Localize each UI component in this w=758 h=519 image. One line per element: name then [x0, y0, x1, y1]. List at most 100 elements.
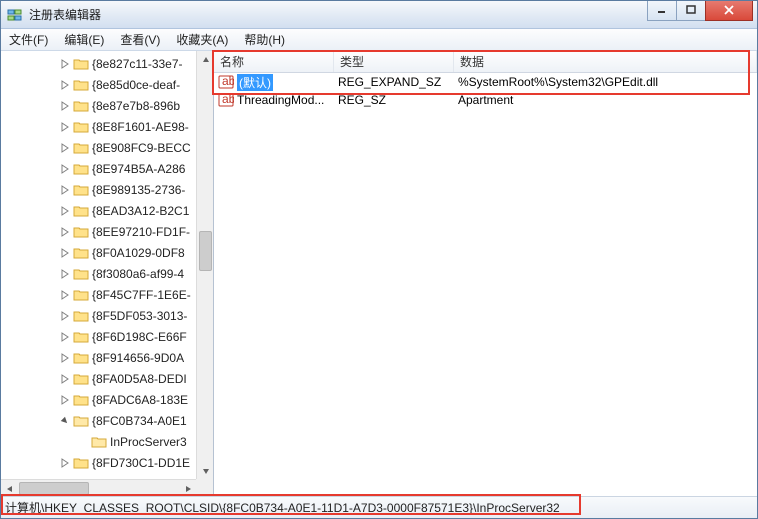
expander-closed-icon[interactable]	[59, 58, 71, 70]
tree-node[interactable]: {8FD730C1-DD1E	[1, 452, 196, 473]
tree-node-label: {8f3080a6-af99-4	[92, 267, 184, 281]
tree-node[interactable]: {8F45C7FF-1E6E-	[1, 284, 196, 305]
expander-closed-icon[interactable]	[59, 373, 71, 385]
column-name[interactable]: 名称	[214, 51, 334, 72]
expander-closed-icon[interactable]	[59, 310, 71, 322]
expander-closed-icon[interactable]	[59, 163, 71, 175]
tree-node[interactable]: {8F0A1029-0DF8	[1, 242, 196, 263]
value-data: Apartment	[454, 93, 757, 107]
window-title: 注册表编辑器	[29, 1, 648, 29]
svg-text:ab: ab	[222, 74, 234, 88]
tree-node[interactable]: {8F5DF053-3013-	[1, 305, 196, 326]
expander-closed-icon[interactable]	[59, 457, 71, 469]
expander-closed-icon[interactable]	[59, 394, 71, 406]
scroll-right-arrow[interactable]	[179, 480, 196, 496]
tree-node[interactable]: {8E8F1601-AE98-	[1, 116, 196, 137]
tree-node[interactable]: {8EE97210-FD1F-	[1, 221, 196, 242]
svg-text:ab: ab	[222, 92, 234, 106]
expander-closed-icon[interactable]	[59, 205, 71, 217]
expander-open-icon[interactable]	[59, 415, 71, 427]
tree-node-label: {8FA0D5A8-DEDI	[92, 372, 187, 386]
menu-edit[interactable]: 编辑(E)	[56, 29, 112, 50]
folder-icon	[73, 393, 89, 407]
tree-node[interactable]: {8E908FC9-BECC	[1, 137, 196, 158]
folder-icon	[73, 99, 89, 113]
folder-icon	[73, 456, 89, 470]
expander-closed-icon[interactable]	[59, 142, 71, 154]
tree-node-label: {8F0A1029-0DF8	[92, 246, 185, 260]
tree-node[interactable]: {8EAD3A12-B2C1	[1, 200, 196, 221]
tree-node-label: {8F6D198C-E66F	[92, 330, 187, 344]
scroll-left-arrow[interactable]	[1, 480, 18, 496]
expander-closed-icon[interactable]	[59, 184, 71, 196]
expander-closed-icon[interactable]	[59, 289, 71, 301]
tree-node-label: {8F5DF053-3013-	[92, 309, 187, 323]
expander-closed-icon[interactable]	[59, 226, 71, 238]
tree-vertical-scrollbar[interactable]	[196, 51, 213, 479]
tree-node[interactable]: {8F6D198C-E66F	[1, 326, 196, 347]
minimize-button[interactable]	[647, 1, 677, 21]
folder-icon	[73, 351, 89, 365]
tree-node-child[interactable]: InProcServer3	[1, 431, 196, 452]
tree-node-label: {8E908FC9-BECC	[92, 141, 191, 155]
menu-file[interactable]: 文件(F)	[1, 29, 56, 50]
menu-help[interactable]: 帮助(H)	[236, 29, 293, 50]
tree-node[interactable]: {8f3080a6-af99-4	[1, 263, 196, 284]
menu-favorites[interactable]: 收藏夹(A)	[168, 29, 236, 50]
tree-horizontal-scrollbar[interactable]	[1, 479, 196, 496]
folder-icon	[73, 414, 89, 428]
tree-node-label: {8FD730C1-DD1E	[92, 456, 190, 470]
scroll-thumb[interactable]	[199, 231, 212, 271]
app-icon	[7, 7, 23, 23]
folder-icon	[73, 57, 89, 71]
tree-node-label: {8e87e7b8-896b	[92, 99, 180, 113]
folder-icon	[73, 183, 89, 197]
folder-icon	[73, 204, 89, 218]
expander-closed-icon[interactable]	[59, 121, 71, 133]
folder-icon	[73, 246, 89, 260]
tree-node[interactable]: {8FC0B734-A0E1	[1, 410, 196, 431]
tree-node-label: {8E989135-2736-	[92, 183, 185, 197]
tree-node[interactable]: {8F914656-9D0A	[1, 347, 196, 368]
expander-closed-icon[interactable]	[59, 331, 71, 343]
folder-icon	[73, 162, 89, 176]
tree-node-label: {8FC0B734-A0E1	[92, 414, 187, 428]
menubar: 文件(F) 编辑(E) 查看(V) 收藏夹(A) 帮助(H)	[1, 29, 757, 51]
tree-node-label: {8e85d0ce-deaf-	[92, 78, 180, 92]
column-data[interactable]: 数据	[454, 51, 757, 72]
expander-closed-icon[interactable]	[59, 352, 71, 364]
tree-node[interactable]: {8E989135-2736-	[1, 179, 196, 200]
tree-node-label: {8EE97210-FD1F-	[92, 225, 190, 239]
maximize-button[interactable]	[676, 1, 706, 21]
tree-node[interactable]: {8e87e7b8-896b	[1, 95, 196, 116]
folder-icon	[73, 267, 89, 281]
expander-closed-icon[interactable]	[59, 79, 71, 91]
scroll-thumb[interactable]	[19, 482, 89, 495]
folder-icon	[73, 141, 89, 155]
string-value-icon: ab	[218, 92, 234, 108]
tree-node[interactable]: {8e827c11-33e7-	[1, 53, 196, 74]
value-row[interactable]: ab(默认)REG_EXPAND_SZ%SystemRoot%\System32…	[214, 73, 757, 91]
titlebar[interactable]: 注册表编辑器	[1, 1, 757, 29]
tree-node-label: {8EAD3A12-B2C1	[92, 204, 189, 218]
expander-closed-icon[interactable]	[59, 268, 71, 280]
value-data: %SystemRoot%\System32\GPEdit.dll	[454, 75, 757, 89]
tree-node[interactable]: {8e85d0ce-deaf-	[1, 74, 196, 95]
column-type[interactable]: 类型	[334, 51, 454, 72]
close-button[interactable]	[705, 1, 753, 21]
tree-pane: {8e827c11-33e7- {8e85d0ce-deaf- {8e87e7b8-…	[1, 51, 214, 496]
expander-closed-icon[interactable]	[59, 100, 71, 112]
folder-icon	[73, 120, 89, 134]
scroll-down-arrow[interactable]	[197, 462, 214, 479]
tree-node[interactable]: {8E974B5A-A286	[1, 158, 196, 179]
expander-closed-icon[interactable]	[59, 247, 71, 259]
tree-node[interactable]: {8FA0D5A8-DEDI	[1, 368, 196, 389]
tree-node-label: {8e827c11-33e7-	[92, 57, 183, 71]
scroll-up-arrow[interactable]	[197, 51, 214, 68]
value-type: REG_SZ	[334, 93, 454, 107]
value-row[interactable]: abThreadingMod...REG_SZApartment	[214, 91, 757, 109]
tree-node-label: {8E8F1601-AE98-	[92, 120, 189, 134]
folder-icon	[73, 372, 89, 386]
menu-view[interactable]: 查看(V)	[112, 29, 168, 50]
tree-node[interactable]: {8FADC6A8-183E	[1, 389, 196, 410]
